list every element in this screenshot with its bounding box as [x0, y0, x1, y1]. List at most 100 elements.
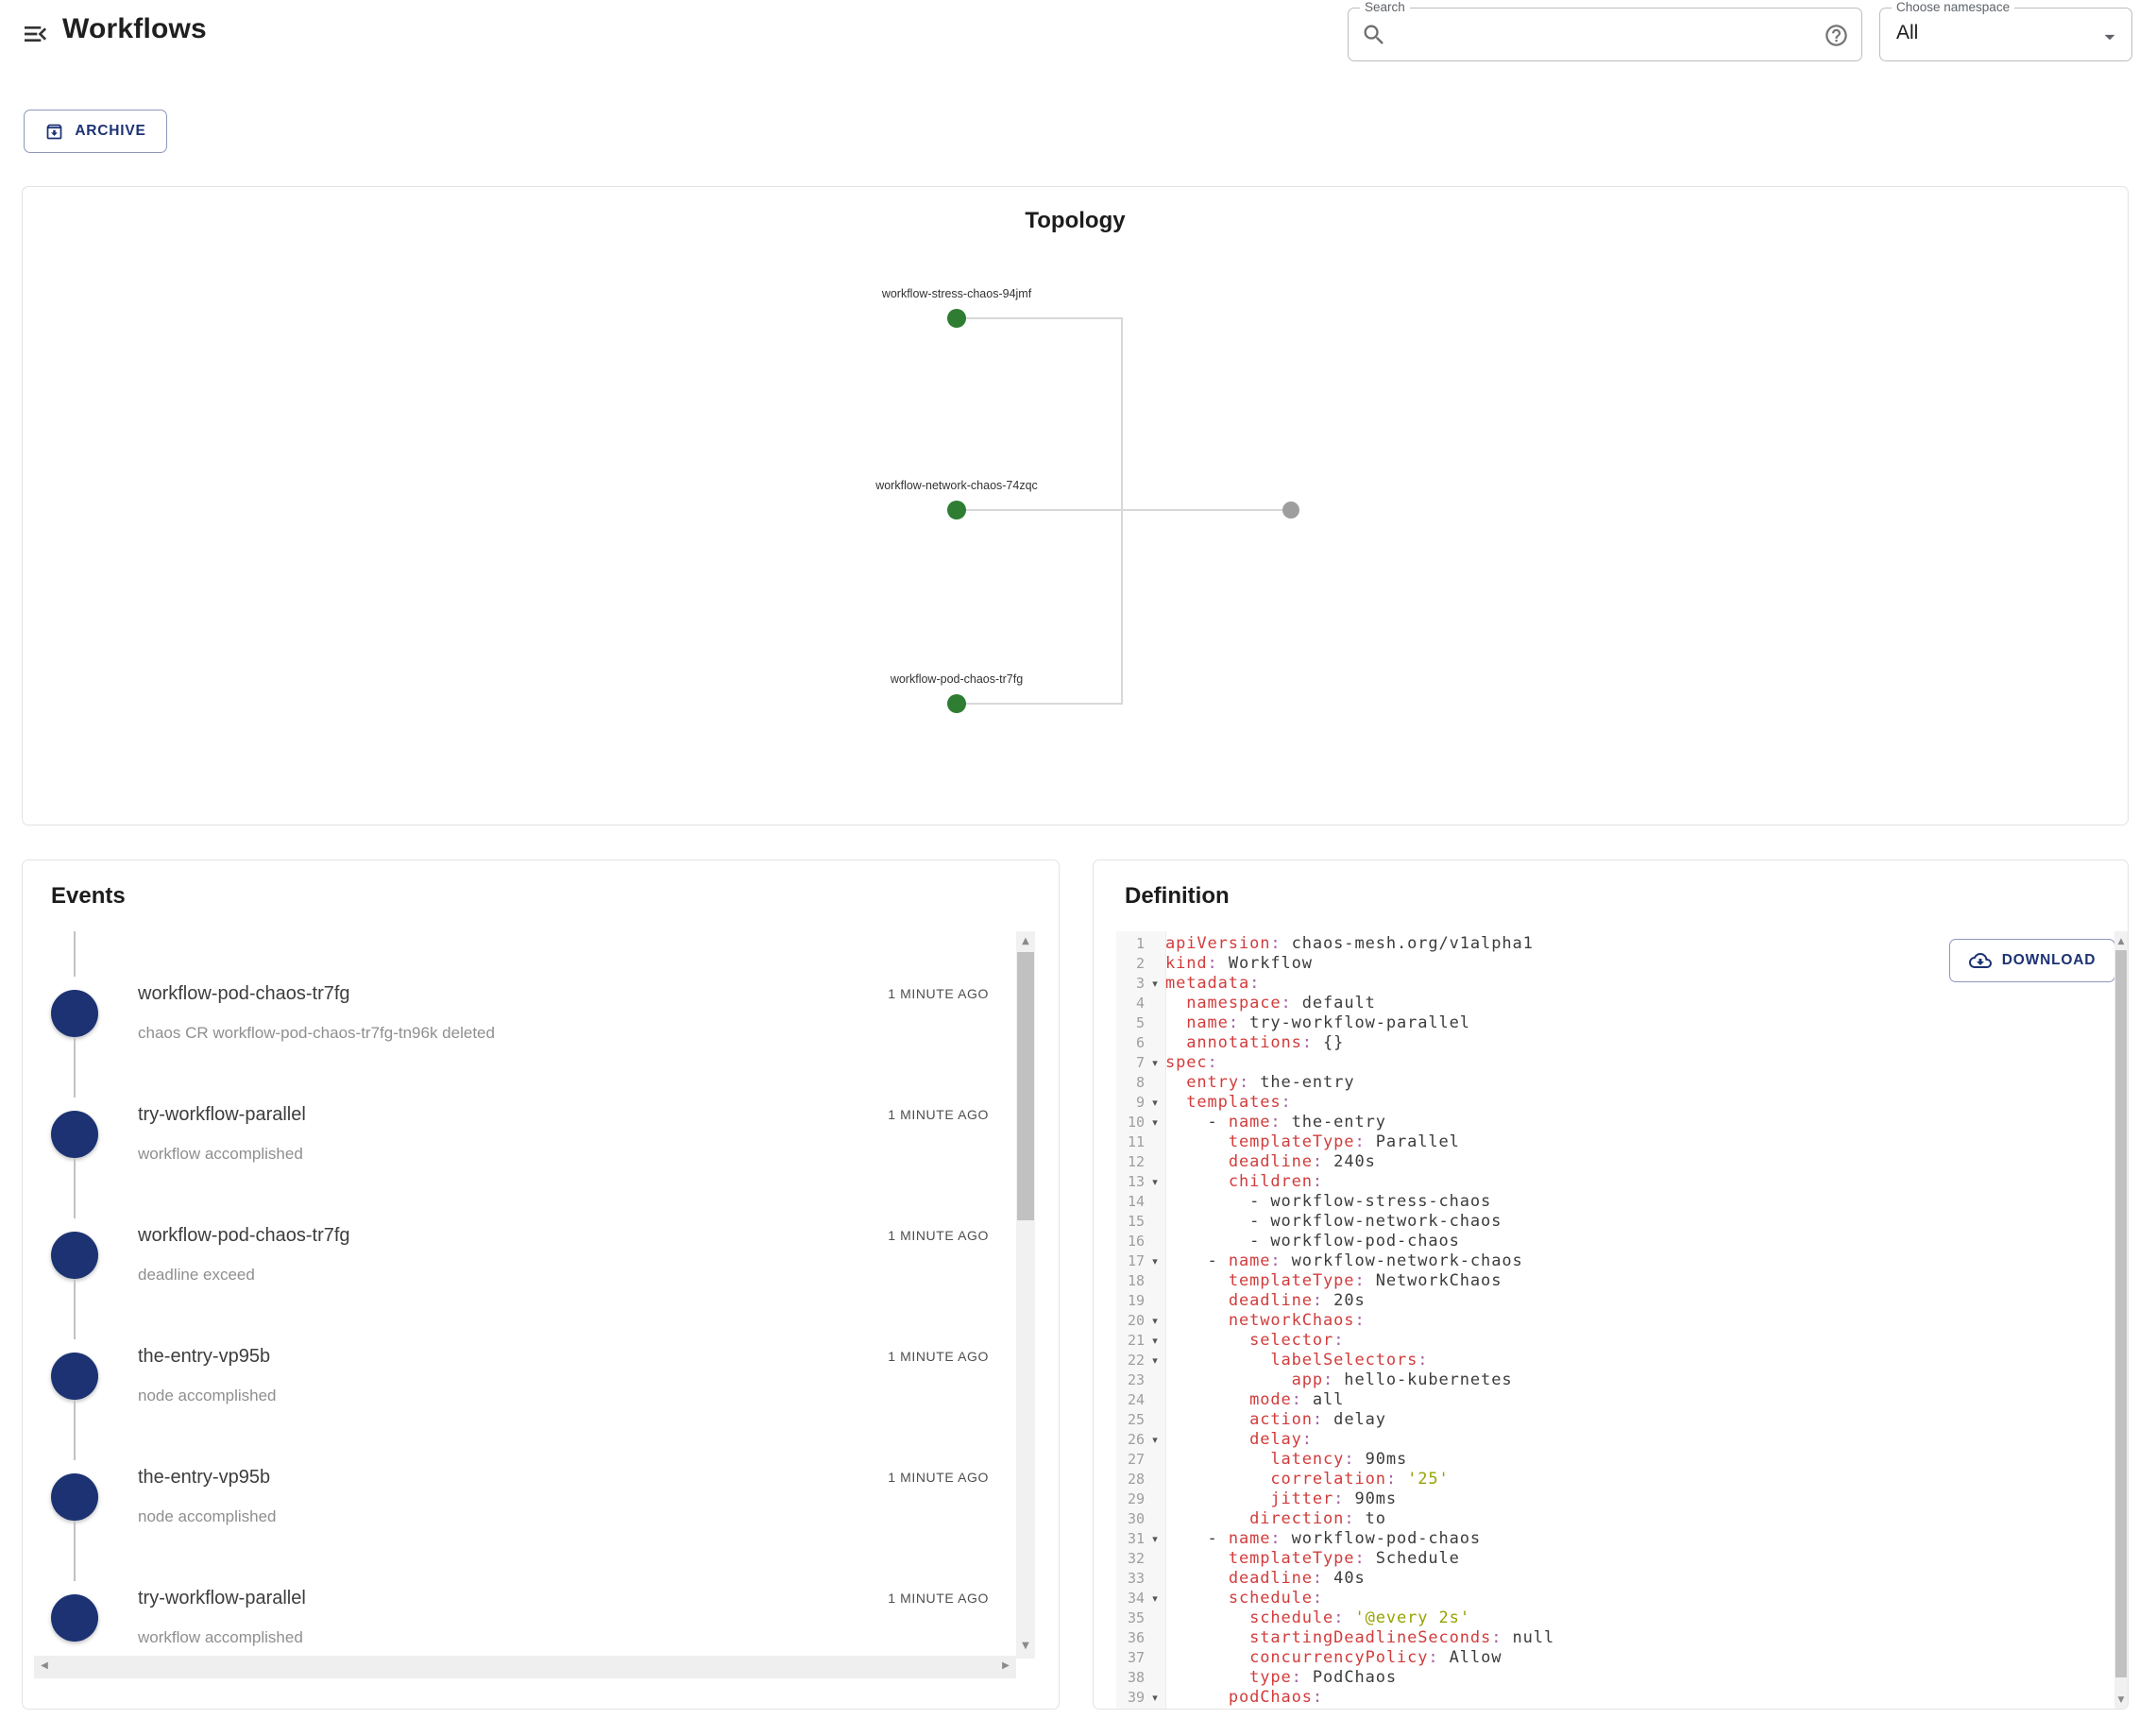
code-line[interactable]: 31 ▾ - name: workflow-pod-chaos	[1116, 1529, 2090, 1549]
code-text: children:	[1228, 1172, 1324, 1191]
archive-button[interactable]: ARCHIVE	[24, 110, 167, 153]
fold-triangle-down-icon[interactable]: ▾	[1145, 1251, 1165, 1271]
fold-triangle-down-icon[interactable]: ▾	[1145, 1113, 1165, 1132]
code-line[interactable]: 23 app: hello-kubernetes	[1116, 1370, 2090, 1390]
code-line[interactable]: 32 templateType: Schedule	[1116, 1549, 2090, 1569]
code-line[interactable]: 28 correlation: '25'	[1116, 1470, 2090, 1489]
fold-triangle-down-icon[interactable]: ▾	[1145, 1351, 1165, 1370]
code-line[interactable]: 29 jitter: 90ms	[1116, 1489, 2090, 1509]
code-text: deadline: 20s	[1228, 1291, 1366, 1310]
help-icon[interactable]	[1824, 23, 1849, 48]
code-line[interactable]: 12 deadline: 240s	[1116, 1152, 2090, 1172]
code-line[interactable]: 38 type: PodChaos	[1116, 1668, 2090, 1688]
code-line[interactable]: 11 templateType: Parallel	[1116, 1132, 2090, 1152]
menu-open-icon[interactable]	[21, 19, 51, 49]
code-line[interactable]: 19 deadline: 20s	[1116, 1291, 2090, 1311]
topology-graph[interactable]: workflow-stress-chaos-94jmf workflow-netw…	[23, 187, 2128, 825]
scroll-up-icon[interactable]: ▲	[2114, 937, 2128, 946]
event-list-item[interactable]: workflow-pod-chaos-tr7fg deadline exceed 1…	[23, 1158, 1059, 1338]
event-name: workflow-pod-chaos-tr7fg	[138, 983, 350, 1004]
code-line[interactable]: 14 - workflow-stress-chaos	[1116, 1192, 2090, 1212]
code-line[interactable]: 30 direction: to	[1116, 1509, 2090, 1529]
code-line[interactable]: 25 action: delay	[1116, 1410, 2090, 1430]
event-list-item[interactable]: the-entry-vp95b node accomplished 1 MINUTE…	[23, 1400, 1059, 1580]
fold-triangle-down-icon[interactable]: ▾	[1145, 1331, 1165, 1351]
scroll-down-icon[interactable]: ▼	[1016, 1642, 1035, 1651]
workflow-node-connector[interactable]	[1282, 502, 1299, 519]
code-line[interactable]: 9 ▾ templates:	[1116, 1093, 2090, 1113]
code-text: app: hello-kubernetes	[1291, 1370, 1513, 1389]
code-line[interactable]: 5 name: try-workflow-parallel	[1116, 1013, 2090, 1033]
scroll-right-icon[interactable]: ▶	[999, 1661, 1012, 1671]
code-text: entry: the-entry	[1186, 1073, 1355, 1092]
fold-triangle-down-icon[interactable]: ▾	[1145, 1589, 1165, 1608]
line-number: 7	[1135, 1054, 1145, 1071]
events-scrollbar-thumb[interactable]	[1017, 952, 1034, 1220]
code-line[interactable]: 39 ▾ podChaos:	[1116, 1688, 2090, 1708]
code-text: latency: 90ms	[1270, 1450, 1408, 1469]
code-line[interactable]: 21 ▾ selector:	[1116, 1331, 2090, 1351]
scroll-down-icon[interactable]: ▼	[2114, 1695, 2128, 1705]
event-list-item[interactable]: try-workflow-parallel workflow accomplish…	[23, 1521, 1059, 1701]
code-line[interactable]: 24 mode: all	[1116, 1390, 2090, 1410]
fold-triangle-down-icon[interactable]: ▾	[1145, 1053, 1165, 1073]
workflow-node-workflow-pod-chaos-tr7fg[interactable]	[947, 694, 966, 713]
fold-triangle-down-icon[interactable]: ▾	[1145, 1529, 1165, 1549]
code-line[interactable]: 22 ▾ labelSelectors:	[1116, 1351, 2090, 1370]
code-line[interactable]: 13 ▾ children:	[1116, 1172, 2090, 1192]
workflow-node-workflow-stress-chaos-94jmf[interactable]	[947, 309, 966, 328]
fold-triangle-down-icon[interactable]: ▾	[1145, 1688, 1165, 1708]
definition-scrollbar-thumb[interactable]	[2115, 950, 2127, 1677]
code-line[interactable]: 6 annotations: {}	[1116, 1033, 2090, 1053]
code-line[interactable]: 2 kind: Workflow	[1116, 954, 2090, 974]
code-line[interactable]: 8 entry: the-entry	[1116, 1073, 2090, 1093]
code-line[interactable]: 1 apiVersion: chaos-mesh.org/v1alpha1	[1116, 934, 2090, 954]
event-list-item[interactable]: try-workflow-parallel workflow accomplish…	[23, 1037, 1059, 1217]
code-line[interactable]: 27 latency: 90ms	[1116, 1450, 2090, 1470]
scroll-left-icon[interactable]: ◀	[38, 1661, 51, 1671]
workflow-node-label: workflow-network-chaos-74zqc	[874, 479, 1038, 492]
event-list-item[interactable]: the-entry-vp95b node accomplished 1 MINUTE…	[23, 1279, 1059, 1459]
code-line[interactable]: 15 - workflow-network-chaos	[1116, 1212, 2090, 1232]
fold-triangle-down-icon[interactable]: ▾	[1145, 1430, 1165, 1450]
search-input[interactable]	[1398, 18, 1760, 54]
code-line[interactable]: 18 templateType: NetworkChaos	[1116, 1271, 2090, 1291]
scroll-up-icon[interactable]: ▲	[1016, 937, 1035, 946]
code-text: name: try-workflow-parallel	[1186, 1013, 1470, 1032]
line-number: 24	[1127, 1391, 1145, 1408]
code-line[interactable]: 20 ▾ networkChaos:	[1116, 1311, 2090, 1331]
event-list-item[interactable]: workflow-pod-chaos-tr7fg chaos CR workflo…	[23, 931, 1059, 1097]
workflow-node-workflow-network-chaos-74zqc[interactable]	[947, 501, 966, 519]
fold-triangle-down-icon[interactable]: ▾	[1145, 974, 1165, 994]
namespace-select[interactable]: Choose namespace All	[1879, 0, 2132, 61]
fold-triangle-down-icon[interactable]: ▾	[1145, 1311, 1165, 1331]
yaml-code-editor[interactable]: 1 apiVersion: chaos-mesh.org/v1alpha1 2 kin…	[1116, 934, 2090, 1708]
event-name: try-workflow-parallel	[138, 1104, 306, 1125]
line-number: 8	[1135, 1074, 1145, 1091]
event-status-dot	[51, 1232, 98, 1279]
code-line[interactable]: 37 concurrencyPolicy: Allow	[1116, 1648, 2090, 1668]
events-vertical-scrollbar[interactable]: ▲ ▼	[1016, 931, 1035, 1659]
line-number: 27	[1127, 1451, 1145, 1468]
code-line[interactable]: 26 ▾ delay:	[1116, 1430, 2090, 1450]
code-line[interactable]: 16 - workflow-pod-chaos	[1116, 1232, 2090, 1251]
download-button[interactable]: DOWNLOAD	[1949, 939, 2115, 982]
line-number: 18	[1127, 1272, 1145, 1289]
code-line[interactable]: 17 ▾ - name: workflow-network-chaos	[1116, 1251, 2090, 1271]
fold-triangle-down-icon[interactable]: ▾	[1145, 1093, 1165, 1113]
fold-triangle-down-icon[interactable]: ▾	[1145, 1172, 1165, 1192]
search-field[interactable]: Search	[1348, 0, 1862, 61]
code-line[interactable]: 4 namespace: default	[1116, 994, 2090, 1013]
code-line[interactable]: 3 ▾ metadata:	[1116, 974, 2090, 994]
code-line[interactable]: 33 deadline: 40s	[1116, 1569, 2090, 1589]
code-line[interactable]: 36 startingDeadlineSeconds: null	[1116, 1628, 2090, 1648]
events-horizontal-scrollbar[interactable]: ◀ ▶	[34, 1656, 1016, 1678]
code-line[interactable]: 10 ▾ - name: the-entry	[1116, 1113, 2090, 1132]
code-line[interactable]: 7 ▾ spec:	[1116, 1053, 2090, 1073]
definition-vertical-scrollbar[interactable]: ▲ ▼	[2114, 931, 2128, 1709]
code-line[interactable]: 34 ▾ schedule:	[1116, 1589, 2090, 1608]
code-line[interactable]: 35 schedule: '@every 2s'	[1116, 1608, 2090, 1628]
